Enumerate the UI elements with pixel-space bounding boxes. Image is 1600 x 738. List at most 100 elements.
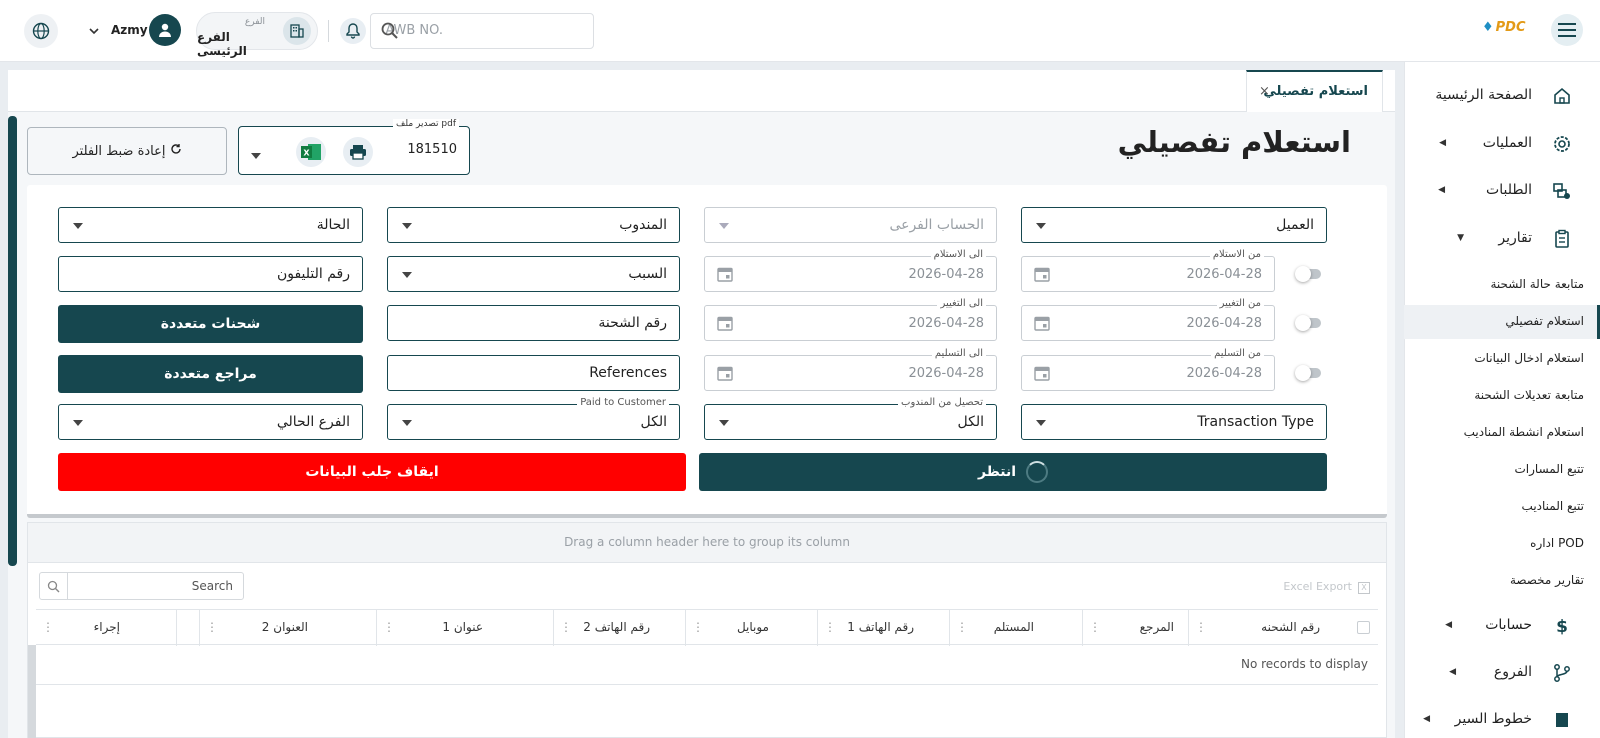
calendar-icon[interactable] (717, 315, 733, 335)
awb-search-field[interactable]: AWB NO. (370, 13, 594, 49)
calendar-icon[interactable] (717, 365, 733, 385)
customer-select[interactable]: العميل (1021, 207, 1327, 243)
export-selector[interactable]: تصدير ملف pdf 181510 X (238, 119, 470, 175)
status-select[interactable]: الحالة (58, 207, 363, 243)
column-header-address-2[interactable]: العنوان 2 ⋮ (199, 610, 376, 646)
reset-filter-button[interactable]: إعادة ضبط الفلتر (27, 127, 227, 175)
scrollbar[interactable] (8, 116, 17, 566)
sidebar-subitem-label: تقارير مخصصة (1509, 573, 1584, 587)
column-menu-icon[interactable]: ⋮ (692, 620, 704, 634)
caret-down-icon (73, 223, 83, 229)
excel-icon[interactable]: X (296, 137, 326, 167)
stop-fetching-button[interactable]: ايقاف جلب البيانات (58, 453, 686, 491)
logo[interactable]: ♦ PDC (1482, 20, 1526, 35)
sidebar-subitem-shipment-status[interactable]: متابعة حالة الشحنة (1404, 268, 1600, 302)
transaction-type-select[interactable]: Transaction Type (1021, 404, 1327, 440)
stop-fetching-label: ايقاف جلب البيانات (305, 464, 439, 480)
receive-date-toggle[interactable] (1295, 266, 1321, 282)
phone-input[interactable]: رقم التليفون (58, 256, 363, 292)
sidebar-item-branches[interactable]: الفروع ◀ (1404, 655, 1600, 691)
sidebar-item-operations[interactable]: العمليات ◀ (1404, 126, 1600, 162)
from-receive-date[interactable]: من الاستلام 2026-04-28 (1021, 249, 1275, 292)
from-delivery-date[interactable]: من التسليم 2026-04-28 (1021, 348, 1275, 391)
to-receive-date[interactable]: الى الاستلام 2026-04-28 (704, 249, 997, 292)
column-header-phone-1[interactable]: رقم الهاتف 1 ⋮ (817, 610, 949, 646)
sidebar-item-reports[interactable]: تقارير ▼ (1404, 221, 1600, 257)
courier-select[interactable]: المندوب (387, 207, 680, 243)
grid-search-input[interactable]: Search (39, 572, 244, 600)
group-drop-area[interactable]: Drag a column header here to group its c… (28, 523, 1386, 563)
sub-account-select[interactable]: الحساب الفرعى (704, 207, 997, 243)
current-branch-select[interactable]: الفرع الحالي (58, 404, 363, 440)
sidebar-item-home[interactable]: الصفحة الرئيسية (1404, 78, 1600, 114)
sidebar-subitem-detailed-inquiry[interactable]: استعلام تفصيلي (1404, 305, 1600, 339)
user-name[interactable]: Azmy (111, 23, 148, 37)
column-header-mobile[interactable]: موبايل ⋮ (685, 610, 817, 646)
references-value: References (589, 365, 667, 381)
column-header-address-1[interactable]: 1 عنوان ⋮ (376, 610, 553, 646)
search-icon[interactable] (381, 22, 399, 44)
sidebar-item-orders[interactable]: الطلبات ◀ (1404, 173, 1600, 209)
delivery-date-toggle[interactable] (1295, 365, 1321, 381)
column-menu-icon[interactable]: ⋮ (824, 620, 836, 634)
wait-button[interactable]: انتظر (699, 453, 1327, 491)
sidebar-subitem-route-tracking[interactable]: تتبع المسارات (1404, 453, 1600, 487)
select-all-column[interactable] (1334, 610, 1378, 646)
column-menu-icon[interactable]: ⋮ (42, 620, 54, 634)
globe-icon[interactable] (24, 14, 58, 48)
column-header-blank[interactable] (176, 610, 199, 646)
calendar-icon[interactable] (717, 266, 733, 286)
sidebar-subitem-courier-activity[interactable]: استعلام انشطة المناديب (1404, 416, 1600, 450)
sidebar-subitem-data-entry-inquiry[interactable]: استعلام ادخال البيانات (1404, 342, 1600, 376)
tab-detailed-inquiry[interactable]: استعلام تفصيلي × (1246, 70, 1383, 112)
sidebar-item-accounts[interactable]: $ حسابات ◀ (1404, 608, 1600, 644)
chevron-down-icon[interactable] (89, 24, 99, 39)
excel-export-button[interactable]: Excel Export X (1283, 580, 1370, 594)
column-header-action[interactable]: إجراء ⋮ (36, 610, 176, 646)
sidebar-item-routes[interactable]: خطوط السير ◀ (1404, 702, 1600, 738)
column-header-receiver[interactable]: المستلم ⋮ (949, 610, 1082, 646)
calendar-icon[interactable] (1034, 266, 1050, 286)
reason-select[interactable]: السبب (387, 256, 680, 292)
column-menu-icon[interactable]: ⋮ (206, 620, 218, 634)
column-menu-icon[interactable]: ⋮ (1089, 620, 1101, 634)
sidebar-subitem-custom-reports[interactable]: تقارير مخصصة (1404, 564, 1600, 598)
references-input[interactable]: References (387, 355, 680, 391)
column-header-shipment-no[interactable]: رقم الشحنه ⋮ (1188, 610, 1334, 646)
column-header-phone-2[interactable]: رقم الهاتف 2 ⋮ (553, 610, 685, 646)
sidebar-subitem-pod[interactable]: اداره POD (1404, 527, 1600, 561)
printer-icon[interactable] (343, 137, 373, 167)
bell-icon[interactable] (340, 18, 366, 44)
from-change-date[interactable]: من التغيير 2026-04-28 (1021, 298, 1275, 341)
customer-select-value: العميل (1276, 217, 1314, 233)
multi-shipments-label: شحنات متعددة (160, 316, 261, 332)
column-menu-icon[interactable]: ⋮ (560, 620, 572, 634)
branch-selector[interactable]: الفرع الفرع الرئيسى (196, 12, 318, 58)
sidebar-subitem-courier-tracking[interactable]: تتبع المناديب (1404, 490, 1600, 524)
to-delivery-legend: الى التسليم (931, 348, 986, 359)
column-menu-icon[interactable]: ⋮ (956, 620, 968, 634)
to-delivery-date[interactable]: الى التسليم 2026-04-28 (704, 348, 997, 391)
to-change-date[interactable]: الى التغيير 2026-04-28 (704, 298, 997, 341)
table-row: No records to display (36, 645, 1378, 685)
shipment-number-input[interactable]: رقم الشحنة (387, 305, 680, 341)
column-header-reference[interactable]: المرجع ⋮ (1082, 610, 1188, 646)
column-menu-icon[interactable]: ⋮ (1195, 620, 1207, 634)
column-title: 1 عنوان (442, 620, 483, 634)
column-menu-icon[interactable]: ⋮ (383, 620, 395, 634)
calendar-icon[interactable] (1034, 315, 1050, 335)
calendar-icon[interactable] (1034, 365, 1050, 385)
tab-bar: استعلام تفصيلي × (8, 70, 1395, 112)
grid-scroll-track[interactable] (28, 645, 36, 738)
paid-to-customer-select[interactable]: Paid to Customer الكل (387, 397, 680, 440)
menu-icon[interactable] (1551, 14, 1583, 46)
multi-references-button[interactable]: مراجع متعددة (58, 355, 363, 393)
close-icon[interactable]: × (1259, 84, 1270, 99)
multi-shipments-button[interactable]: شحنات متعددة (58, 305, 363, 343)
change-date-toggle[interactable] (1295, 315, 1321, 331)
avatar[interactable] (149, 14, 181, 46)
caret-down-icon[interactable] (251, 148, 261, 163)
sidebar-subitem-shipment-changes[interactable]: متابعة تعديلات الشحنة (1404, 379, 1600, 413)
courier-collection-select[interactable]: تحصيل من المندوب الكل (704, 397, 997, 440)
select-all-checkbox[interactable] (1357, 621, 1370, 634)
